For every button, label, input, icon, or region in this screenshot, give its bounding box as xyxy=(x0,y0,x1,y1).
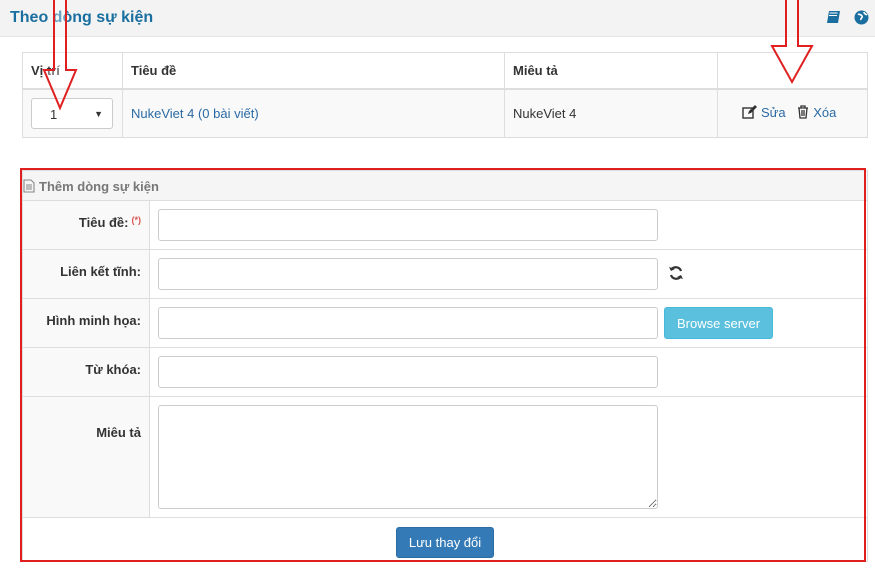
required-mark: (*) xyxy=(131,215,142,225)
image-input[interactable] xyxy=(158,307,658,339)
save-changes-button[interactable]: Lưu thay đổi xyxy=(395,527,495,558)
title-input[interactable] xyxy=(158,209,658,241)
delete-label: Xóa xyxy=(813,104,837,120)
refresh-icon[interactable] xyxy=(668,265,684,284)
trash-icon xyxy=(798,105,809,119)
add-event-form: Thêm dòng sự kiện Tiêu đề: (*) Liên kết t… xyxy=(22,170,868,562)
image-row: Hình minh họa: Browse server xyxy=(23,299,867,348)
column-header-description: Miêu tả xyxy=(504,52,718,90)
description-textarea[interactable] xyxy=(158,405,658,509)
title-row: Tiêu đề: (*) xyxy=(23,201,867,250)
alias-input[interactable] xyxy=(158,258,658,290)
title-label: Tiêu đề: xyxy=(78,215,129,230)
book-icon[interactable] xyxy=(826,10,842,25)
edit-button[interactable]: Sửa xyxy=(742,105,786,120)
keywords-label-cell: Từ khóa: xyxy=(23,348,150,396)
title-cell: NukeViet 4 (0 bài viết) xyxy=(122,88,505,138)
browse-server-button[interactable]: Browse server xyxy=(664,307,774,339)
description-cell: NukeViet 4 xyxy=(504,88,718,138)
alias-row: Liên kết tĩnh: xyxy=(23,250,867,299)
image-label-cell: Hình minh họa: xyxy=(23,299,150,347)
column-header-title: Tiêu đề xyxy=(122,52,505,90)
delete-button[interactable]: Xóa xyxy=(797,105,836,120)
edit-label: Sửa xyxy=(761,104,786,120)
description-row: Miêu tả xyxy=(23,397,867,518)
document-icon xyxy=(23,179,35,193)
page-title: Theo dòng sự kiện xyxy=(10,9,154,26)
event-list-table: Vị trí Tiêu đề Miêu tả 1 ▼ NukeViet 4 (0… xyxy=(22,52,868,138)
column-header-weight: Vị trí xyxy=(22,52,123,90)
edit-icon xyxy=(742,105,757,119)
chevron-down-icon: ▼ xyxy=(94,108,103,119)
description-label: Miêu tả xyxy=(96,425,141,440)
keywords-label: Từ khóa: xyxy=(85,362,141,377)
event-title-link[interactable]: NukeViet 4 (0 bài viết) xyxy=(131,106,259,121)
weight-cell: 1 ▼ xyxy=(22,88,123,138)
globe-icon[interactable] xyxy=(854,10,869,25)
description-label-cell: Miêu tả xyxy=(23,397,150,517)
actions-cell: Sửa Xóa xyxy=(717,88,868,138)
form-heading-text: Thêm dòng sự kiện xyxy=(39,179,159,194)
image-label: Hình minh họa: xyxy=(46,313,141,328)
form-heading: Thêm dòng sự kiện xyxy=(23,171,867,201)
keywords-input[interactable] xyxy=(158,356,658,388)
alias-label-cell: Liên kết tĩnh: xyxy=(23,250,150,298)
column-header-actions xyxy=(717,52,868,90)
alias-label: Liên kết tĩnh: xyxy=(60,264,141,279)
table-row: 1 ▼ NukeViet 4 (0 bài viết) NukeViet 4 S… xyxy=(22,88,868,138)
keywords-row: Từ khóa: xyxy=(23,348,867,397)
page-header: Theo dòng sự kiện xyxy=(0,0,875,37)
weight-select[interactable]: 1 ▼ xyxy=(31,97,113,129)
table-header-row: Vị trí Tiêu đề Miêu tả xyxy=(22,52,868,90)
title-label-cell: Tiêu đề: (*) xyxy=(23,201,150,249)
submit-row: Lưu thay đổi xyxy=(23,518,867,558)
weight-value: 1 xyxy=(50,106,58,122)
